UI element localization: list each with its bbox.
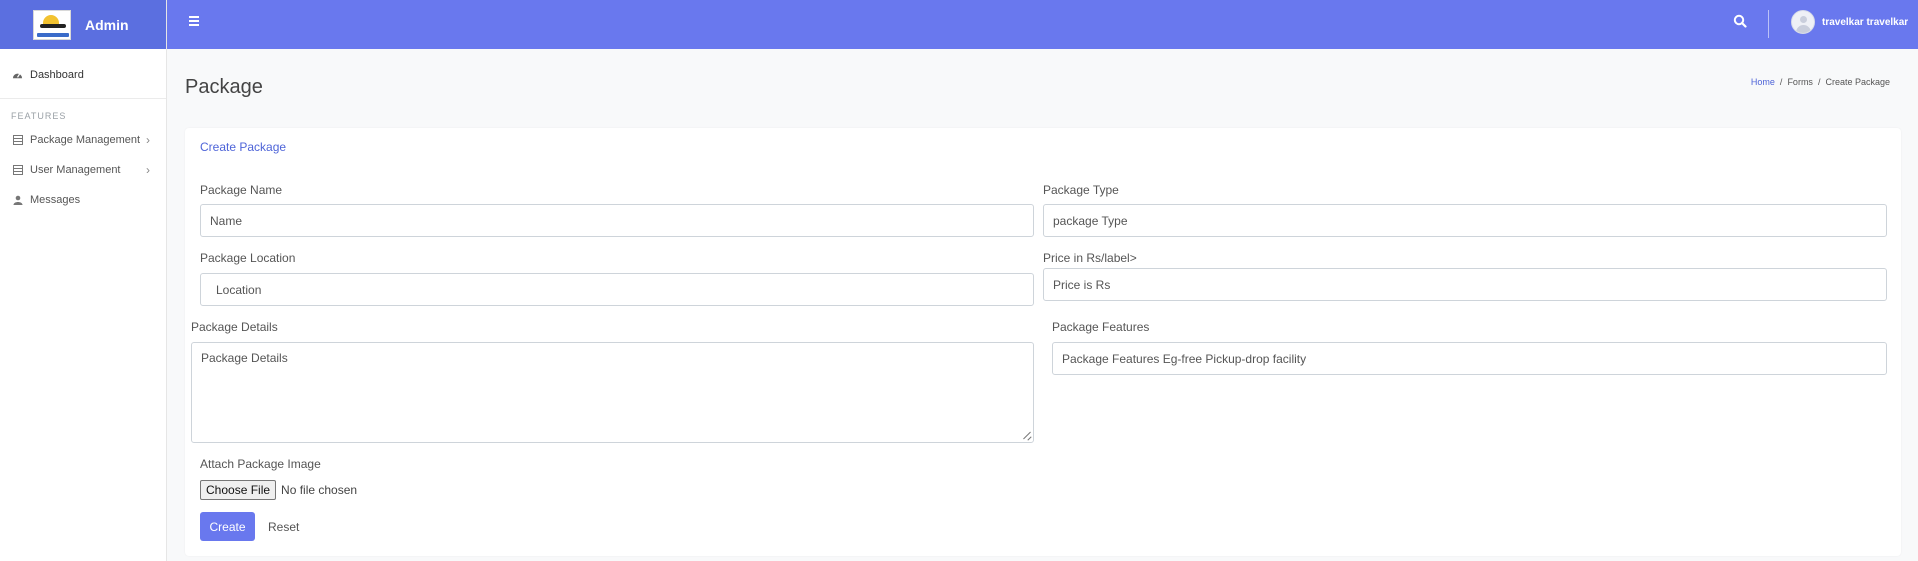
hamburger-icon[interactable] <box>189 16 199 26</box>
avatar <box>1791 10 1815 34</box>
card-title: Create Package <box>200 140 287 154</box>
package-details-label: Package Details <box>191 320 278 334</box>
sidebar-item-dashboard[interactable]: Dashboard <box>0 60 166 90</box>
brand-header[interactable]: Admin <box>0 0 166 49</box>
breadcrumb-separator: / <box>1779 77 1783 87</box>
sidebar: Admin Dashboard FEATURES Package Managem… <box>0 0 167 561</box>
package-name-label: Package Name <box>200 183 283 197</box>
search-icon[interactable] <box>1733 14 1747 28</box>
package-location-input[interactable]: Location <box>200 273 1034 306</box>
sidebar-item-messages[interactable]: Messages <box>0 185 166 215</box>
file-status-text: No file chosen <box>281 483 358 497</box>
package-details-textarea[interactable]: Package Details <box>191 342 1034 443</box>
sidebar-item-label: User Management <box>30 164 121 176</box>
package-type-input[interactable]: package Type <box>1043 204 1887 237</box>
breadcrumb-home-link[interactable]: Home <box>1751 77 1775 87</box>
gauge-icon <box>12 70 23 81</box>
choose-file-button[interactable]: Choose File <box>200 480 277 500</box>
breadcrumb-current: Create Package <box>1825 77 1890 87</box>
package-features-input[interactable]: Package Features Eg-free Pickup-drop fac… <box>1052 342 1887 375</box>
user-name: travelkar travelkar <box>1822 16 1909 28</box>
reset-button[interactable]: Reset <box>268 512 299 541</box>
brand-title: Admin <box>85 16 129 33</box>
price-input[interactable]: Price is Rs <box>1043 268 1887 301</box>
breadcrumb-separator: / <box>1817 77 1821 87</box>
table-icon <box>12 135 23 146</box>
attach-image-label: Attach Package Image <box>200 457 321 471</box>
sidebar-item-user-management[interactable]: User Management › <box>0 155 166 185</box>
package-name-input[interactable]: Name <box>200 204 1034 237</box>
sidebar-item-label: Messages <box>30 194 81 206</box>
topbar-divider <box>1768 10 1769 38</box>
sidebar-section-label: FEATURES <box>11 111 67 121</box>
package-location-label: Package Location <box>200 251 296 265</box>
user-menu[interactable]: travelkar travelkar <box>1791 10 1908 34</box>
package-type-label: Package Type <box>1043 183 1119 197</box>
resize-handle-icon[interactable] <box>1023 432 1031 440</box>
table-icon <box>12 165 23 176</box>
sidebar-item-package-management[interactable]: Package Management › <box>0 125 166 155</box>
package-details-placeholder: Package Details <box>201 351 288 365</box>
top-navbar: travelkar travelkar <box>167 0 1918 49</box>
travel-logo <box>33 9 71 40</box>
chevron-right-icon: › <box>146 133 150 147</box>
sidebar-item-label: Package Management <box>30 134 141 146</box>
create-button[interactable]: Create <box>200 512 255 541</box>
breadcrumb-forms[interactable]: Forms <box>1787 77 1813 87</box>
price-label: Price in Rs/label> <box>1043 251 1137 265</box>
file-input[interactable]: Choose File No file chosen <box>200 480 357 500</box>
page-title: Package <box>185 76 263 98</box>
create-package-card: Create Package Package Name Name Package… <box>185 128 1901 556</box>
package-features-label: Package Features <box>1052 320 1150 334</box>
sidebar-item-label: Dashboard <box>30 69 84 81</box>
chevron-right-icon: › <box>146 163 150 177</box>
sidebar-nav: Dashboard FEATURES Package Management › … <box>0 60 166 215</box>
breadcrumb: Home / Forms / Create Package <box>1751 77 1890 87</box>
user-icon <box>12 195 23 206</box>
